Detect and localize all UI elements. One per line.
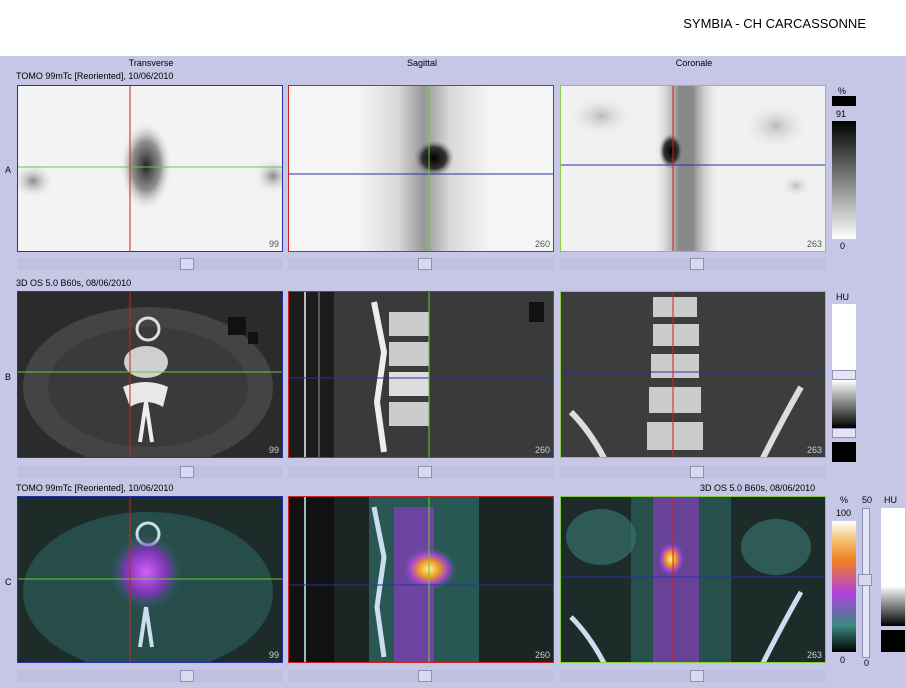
row-c-series-left-label: TOMO 99mTc [Reoriented], 10/06/2010 — [16, 483, 174, 493]
slider-thumb-c-sagittal[interactable] — [418, 670, 432, 682]
slice-number-c-coronal: 263 — [806, 650, 822, 660]
slice-number-b-transverse: 99 — [268, 445, 279, 455]
ct-coronal-image — [561, 292, 825, 457]
slider-thumb-a-coronal[interactable] — [690, 258, 704, 270]
scale-b-lower-handle[interactable] — [832, 428, 856, 438]
viewport-c-sagittal[interactable]: 260 — [288, 496, 554, 663]
title-bar: SYMBIA - CH CARCASSONNE — [0, 0, 906, 56]
slice-number-b-sagittal: 260 — [534, 445, 550, 455]
scale-b-white-block — [832, 304, 856, 370]
ct-transverse-image — [18, 292, 282, 457]
column-header-sagittal: Sagittal — [406, 58, 438, 68]
row-b-letter: B — [5, 372, 12, 382]
scale-a-unit: % — [838, 86, 847, 96]
spect-coronal-image — [561, 86, 825, 251]
scale-c-pct-unit: % — [840, 495, 849, 505]
slider-thumb-c-transverse[interactable] — [180, 670, 194, 682]
viewport-c-transverse[interactable]: 99 — [17, 496, 283, 663]
slider-thumb-b-transverse[interactable] — [180, 466, 194, 478]
scale-c-hu-colorbar[interactable] — [881, 586, 905, 626]
scale-b-upper-handle[interactable] — [832, 370, 856, 380]
blend-slider-thumb[interactable] — [858, 574, 872, 586]
fusion-transverse-image — [18, 497, 282, 662]
spect-transverse-image — [18, 86, 282, 251]
spect-sagittal-image — [289, 86, 553, 251]
site-title: SYMBIA - CH CARCASSONNE — [683, 16, 866, 31]
blend-value: 50 — [862, 495, 873, 505]
scale-c-hu-unit: HU — [884, 495, 897, 505]
slice-number-c-transverse: 99 — [268, 650, 279, 660]
slider-track-a-transverse[interactable] — [17, 258, 283, 270]
scale-c-hu-black — [881, 630, 905, 652]
viewport-a-transverse[interactable]: 99 — [17, 85, 283, 252]
row-a-letter: A — [5, 165, 12, 175]
slice-number-transverse: 99 — [268, 239, 279, 249]
slice-number-sagittal: 260 — [534, 239, 550, 249]
scale-a-top-block — [832, 96, 856, 106]
scale-b-black-block — [832, 442, 856, 462]
slider-thumb-a-sagittal[interactable] — [418, 258, 432, 270]
fusion-sagittal-image — [289, 497, 553, 662]
scale-a-max: 91 — [836, 109, 847, 119]
viewport-a-sagittal[interactable]: 260 — [288, 85, 554, 252]
scale-b-colorbar[interactable] — [832, 380, 856, 428]
row-c-letter: C — [5, 577, 12, 587]
row-a-series-label: TOMO 99mTc [Reoriented], 10/06/2010 — [16, 71, 174, 81]
scale-a-min: 0 — [840, 241, 846, 251]
scale-c-min: 0 — [840, 655, 846, 665]
viewport-b-transverse[interactable]: 99 — [17, 291, 283, 458]
slice-number-c-sagittal: 260 — [534, 650, 550, 660]
viewport-a-coronal[interactable]: 263 — [560, 85, 826, 252]
row-b-series-label: 3D OS 5.0 B60s, 08/06/2010 — [16, 278, 132, 288]
slider-thumb-a-transverse[interactable] — [180, 258, 194, 270]
viewport-b-sagittal[interactable]: 260 — [288, 291, 554, 458]
slider-thumb-c-coronal[interactable] — [690, 670, 704, 682]
slider-track-b-transverse[interactable] — [17, 466, 283, 478]
fusion-coronal-image — [561, 497, 825, 662]
viewport-b-coronal[interactable]: 263 — [560, 291, 826, 458]
slider-thumb-b-sagittal[interactable] — [418, 466, 432, 478]
slice-number-b-coronal: 263 — [806, 445, 822, 455]
slider-thumb-b-coronal[interactable] — [690, 466, 704, 478]
row-c-series-right-label: 3D OS 5.0 B60s, 08/06/2010 — [700, 483, 816, 493]
slider-track-c-transverse[interactable] — [17, 670, 283, 682]
viewport-c-coronal[interactable]: 263 — [560, 496, 826, 663]
scale-c-max: 100 — [836, 508, 852, 518]
scale-c-colorbar[interactable] — [832, 521, 856, 652]
scale-a-colorbar[interactable] — [832, 121, 856, 239]
column-header-coronal: Coronale — [675, 58, 713, 68]
ct-sagittal-image — [289, 292, 553, 457]
scale-c-hu-white — [881, 508, 905, 586]
column-header-transverse: Transverse — [128, 58, 174, 68]
blend-min: 0 — [864, 658, 870, 668]
slice-number-coronal: 263 — [806, 239, 822, 249]
scale-b-unit: HU — [836, 292, 849, 302]
